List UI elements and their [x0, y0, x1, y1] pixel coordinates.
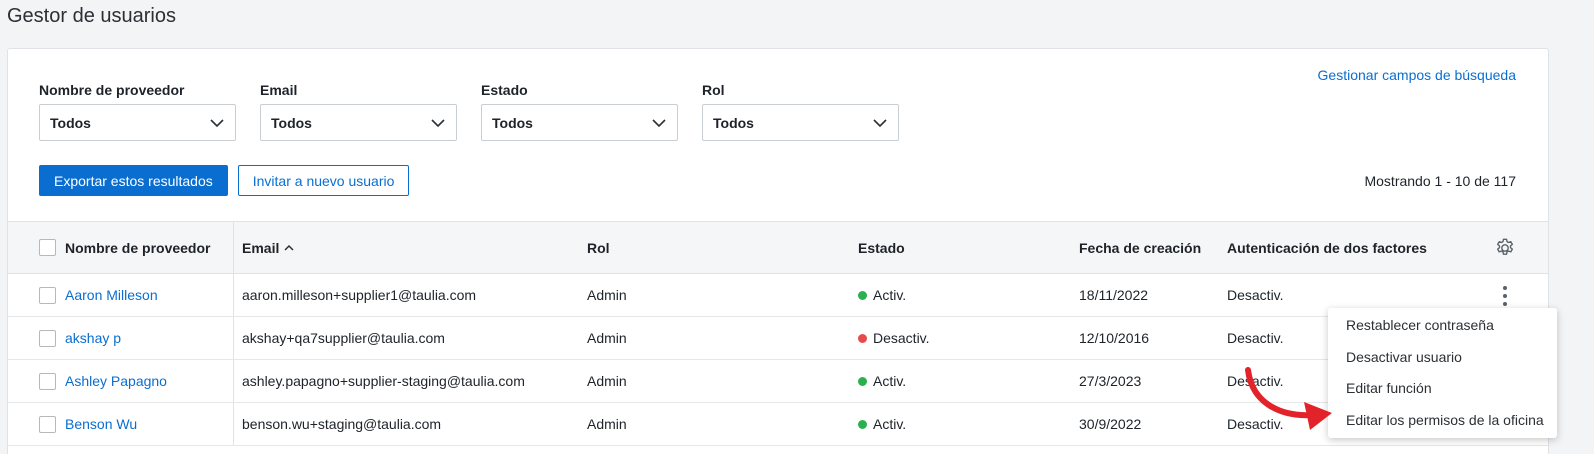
manage-search-fields-link[interactable]: Gestionar campos de búsqueda: [1318, 67, 1516, 83]
chevron-down-icon: [652, 118, 666, 127]
header-cell-email[interactable]: Email: [234, 240, 579, 256]
menu-item-edit-office-permissions[interactable]: Editar los permisos de la oficina: [1328, 405, 1557, 437]
email-select[interactable]: Todos: [260, 104, 457, 141]
supplier-name-link[interactable]: akshay p: [65, 330, 121, 346]
filter-label: Nombre de proveedor: [39, 82, 185, 98]
gear-icon[interactable]: [1494, 237, 1516, 259]
row-checkbox[interactable]: [39, 286, 56, 304]
cell-email: ashley.papagno+supplier-staging@taulia.c…: [242, 373, 525, 389]
action-bar: Exportar estos resultados Invitar a nuev…: [39, 165, 410, 196]
cell-role: Admin: [587, 373, 627, 389]
results-count: Mostrando 1 - 10 de 117: [1364, 173, 1516, 189]
cell-role: Admin: [587, 287, 627, 303]
cell-status: Desactiv.: [850, 330, 1071, 346]
table-row: Aaron Milleson aaron.milleson+supplier1@…: [8, 274, 1548, 317]
status-text: Activ.: [873, 287, 907, 303]
filter-role: Rol Todos: [702, 83, 899, 141]
supplier-name-link[interactable]: Benson Wu: [65, 416, 137, 432]
row-checkbox[interactable]: [39, 415, 56, 433]
page-title: Gestor de usuarios: [7, 5, 176, 27]
cell-supplier: Ashley Papagno: [8, 360, 234, 402]
chevron-down-icon: [873, 118, 887, 127]
cell-role: Admin: [587, 330, 627, 346]
select-value: Todos: [50, 114, 91, 131]
cell-email: benson.wu+staging@taulia.com: [242, 416, 442, 432]
select-value: Todos: [271, 114, 312, 131]
cell-created: 18/11/2022: [1079, 287, 1149, 303]
filter-status: Estado Todos: [481, 83, 678, 141]
cell-status: Activ.: [850, 373, 1071, 389]
cell-role: Admin: [587, 416, 627, 432]
row-actions-menu: Restablecer contraseña Desactivar usuari…: [1328, 308, 1557, 438]
row-checkbox[interactable]: [39, 372, 56, 390]
chevron-down-icon: [431, 118, 445, 127]
cell-created: 27/3/2023: [1079, 373, 1142, 389]
filter-label: Estado: [481, 82, 528, 98]
cell-email: aaron.milleson+supplier1@taulia.com: [242, 287, 477, 303]
status-text: Desactiv.: [873, 330, 930, 346]
invite-user-button[interactable]: Invitar a nuevo usuario: [237, 165, 410, 196]
header-cell-supplier: Nombre de proveedor: [8, 222, 234, 273]
chevron-down-icon: [210, 118, 224, 127]
cell-created: 12/10/2016: [1079, 330, 1150, 346]
status-dot: [858, 290, 867, 300]
table-header: Nombre de proveedor Email Rol Estado Fec…: [8, 221, 1548, 274]
header-cell-role[interactable]: Rol: [579, 240, 850, 256]
header-label: Email: [242, 239, 280, 256]
filter-label: Rol: [702, 82, 725, 98]
cell-email: akshay+qa7supplier@taulia.com: [242, 330, 445, 346]
supplier-name-select[interactable]: Todos: [39, 104, 236, 141]
annotation-arrow-icon: [1245, 367, 1332, 430]
filter-label: Email: [260, 82, 298, 98]
table-row: akshay p akshay+qa7supplier@taulia.com A…: [8, 317, 1548, 360]
header-cell-status[interactable]: Estado: [850, 240, 1071, 256]
menu-item-deactivate-user[interactable]: Desactivar usuario: [1328, 342, 1557, 374]
header-cell-created[interactable]: Fecha de creación: [1071, 240, 1219, 256]
filter-bar: Nombre de proveedor Todos Email Todos Es…: [39, 83, 923, 141]
cell-two-factor: Desactiv.: [1227, 287, 1284, 303]
role-select[interactable]: Todos: [702, 104, 899, 141]
select-value: Todos: [713, 114, 754, 131]
cell-supplier: Benson Wu: [8, 403, 234, 445]
header-label: Nombre de proveedor: [65, 239, 211, 256]
row-actions-kebab-icon[interactable]: [1500, 286, 1510, 306]
status-text: Activ.: [873, 373, 907, 389]
cell-created: 30/9/2022: [1079, 416, 1142, 432]
status-select[interactable]: Todos: [481, 104, 678, 141]
cell-supplier: akshay p: [8, 317, 234, 359]
sort-ascending-icon: [284, 244, 294, 251]
menu-item-reset-password[interactable]: Restablecer contraseña: [1328, 310, 1557, 342]
filter-email: Email Todos: [260, 83, 457, 141]
row-checkbox[interactable]: [39, 329, 56, 347]
select-value: Todos: [492, 114, 533, 131]
status-dot: [858, 333, 867, 343]
cell-supplier: Aaron Milleson: [8, 274, 234, 316]
cell-status: Activ.: [850, 416, 1071, 432]
header-cell-two-factor[interactable]: Autenticación de dos factores: [1219, 240, 1489, 256]
supplier-name-link[interactable]: Ashley Papagno: [65, 373, 167, 389]
filter-supplier-name: Nombre de proveedor Todos: [39, 83, 236, 141]
select-all-checkbox[interactable]: [39, 239, 56, 256]
status-text: Activ.: [873, 416, 907, 432]
menu-item-edit-role[interactable]: Editar función: [1328, 373, 1557, 405]
status-dot: [858, 419, 867, 429]
supplier-name-link[interactable]: Aaron Milleson: [65, 287, 158, 303]
cell-status: Activ.: [850, 287, 1071, 303]
export-results-button[interactable]: Exportar estos resultados: [39, 165, 228, 196]
status-dot: [858, 376, 867, 386]
